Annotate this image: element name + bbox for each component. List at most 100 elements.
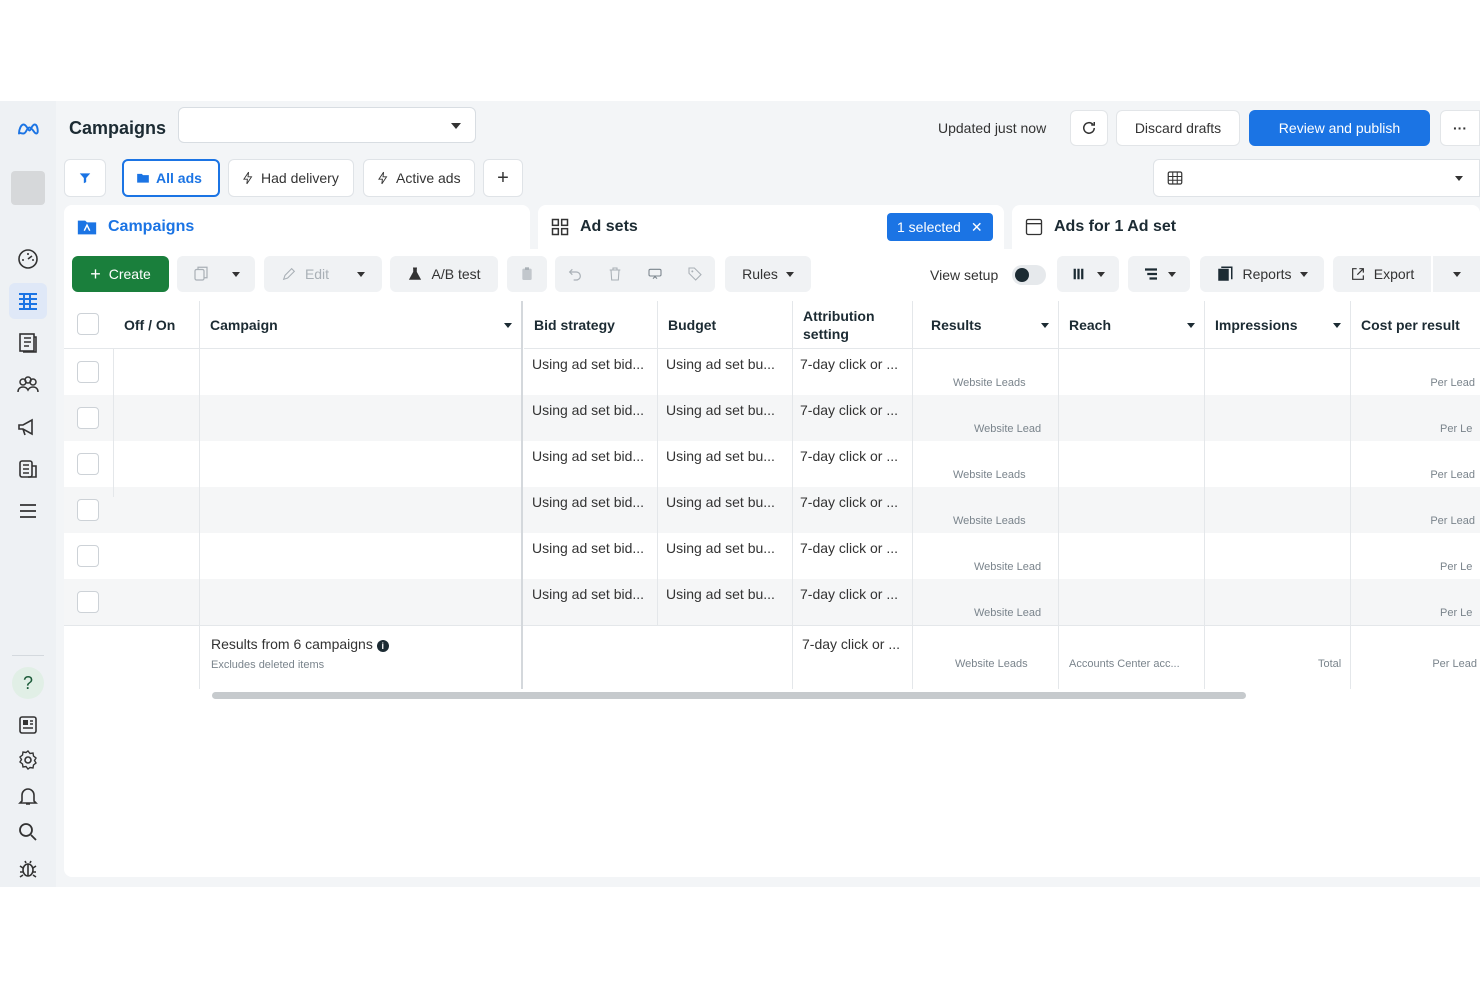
column-header-reach[interactable]: Reach — [1059, 301, 1205, 349]
add-filter-button[interactable]: + — [483, 159, 523, 197]
edit-button[interactable]: Edit — [264, 256, 382, 292]
duplicate-button[interactable] — [177, 256, 255, 292]
ab-test-button[interactable]: A/B test — [390, 256, 498, 292]
rules-dropdown[interactable]: Rules — [725, 256, 811, 292]
column-header-impressions[interactable]: Impressions — [1205, 301, 1351, 349]
column-header-results[interactable]: Results — [913, 301, 1059, 349]
settings-gear-icon[interactable] — [14, 746, 42, 774]
table-row[interactable]: Using ad set bid... Using ad set bu... 7… — [64, 579, 1480, 625]
select-all-checkbox[interactable] — [77, 313, 99, 335]
table-row[interactable]: Using ad set bid... Using ad set bu... 7… — [64, 441, 1480, 487]
tab-ad-sets[interactable]: Ad sets 1 selected ✕ — [538, 205, 1004, 249]
account-avatar[interactable] — [11, 171, 45, 205]
sort-caret-icon[interactable] — [1333, 323, 1341, 328]
export-icon — [1351, 268, 1364, 280]
review-and-publish-button[interactable]: Review and publish — [1249, 110, 1430, 146]
lightning-icon — [378, 171, 388, 185]
columns-button[interactable] — [1057, 256, 1119, 292]
menu-icon[interactable] — [14, 497, 42, 525]
meta-logo-icon[interactable] — [12, 115, 44, 143]
column-header-bid-strategy[interactable]: Bid strategy — [524, 301, 658, 349]
column-header-impressions-label: Impressions — [1215, 316, 1298, 333]
had-delivery-filter[interactable]: Had delivery — [228, 159, 354, 197]
sort-caret-icon[interactable] — [504, 323, 512, 328]
active-ads-label: Active ads — [396, 170, 461, 186]
create-button[interactable]: + Create — [72, 256, 169, 292]
sort-caret-icon[interactable] — [1187, 323, 1195, 328]
help-icon[interactable]: ? — [12, 667, 44, 699]
export-options-dropdown[interactable] — [1433, 256, 1480, 292]
info-icon[interactable]: i — [376, 640, 389, 652]
trash-icon[interactable] — [607, 266, 623, 282]
bid-strategy-cell: Using ad set bid... — [532, 402, 645, 418]
export-button[interactable]: Export — [1333, 256, 1431, 292]
close-icon[interactable]: ✕ — [971, 219, 983, 236]
billing-coins-icon[interactable] — [14, 455, 42, 483]
filter-button[interactable] — [64, 159, 106, 197]
campaigns-table-icon[interactable] — [9, 283, 47, 319]
undo-icon[interactable] — [567, 266, 583, 282]
flask-icon — [409, 267, 422, 280]
table-row[interactable]: Using ad set bid... Using ad set bu... 7… — [64, 395, 1480, 441]
columns-icon — [1073, 268, 1084, 280]
summary-attribution: 7-day click or ... — [802, 636, 901, 652]
bug-report-icon[interactable] — [14, 854, 42, 882]
row-checkbox[interactable] — [77, 453, 99, 475]
filter-funnel-icon — [79, 173, 91, 184]
cost-cell: Per Le — [1440, 607, 1473, 619]
search-icon[interactable] — [14, 818, 42, 846]
notifications-bell-icon[interactable] — [14, 782, 42, 810]
chevron-down-icon — [1168, 271, 1176, 277]
tag-icon[interactable] — [687, 266, 703, 282]
all-ads-label: All ads — [156, 170, 202, 186]
tab-campaigns[interactable]: Campaigns — [64, 205, 530, 249]
row-checkbox[interactable] — [77, 407, 99, 429]
table-row[interactable]: Using ad set bid... Using ad set bu... 7… — [64, 349, 1480, 395]
column-divider — [199, 301, 200, 689]
results-summary: Results from 6 campaigns i — [211, 636, 389, 652]
audiences-icon[interactable] — [14, 371, 42, 399]
row-checkbox[interactable] — [77, 499, 99, 521]
selection-badge[interactable]: 1 selected ✕ — [887, 213, 993, 241]
reports-dropdown[interactable]: Reports — [1200, 256, 1324, 292]
results-cell: Website Leads — [953, 515, 1026, 527]
horizontal-scrollbar[interactable] — [212, 692, 1246, 699]
date-range-dropdown[interactable] — [1153, 159, 1480, 197]
news-feed-icon[interactable] — [14, 711, 42, 739]
view-setup-toggle[interactable] — [1012, 265, 1046, 285]
column-header-campaign[interactable]: Campaign — [200, 301, 522, 349]
megaphone-icon[interactable] — [14, 413, 42, 441]
attribution-cell: 7-day click or ... — [800, 540, 899, 556]
table-row[interactable]: Using ad set bid... Using ad set bu... 7… — [64, 487, 1480, 533]
bid-strategy-cell: Using ad set bid... — [532, 448, 645, 464]
refresh-button[interactable] — [1070, 110, 1108, 146]
excludes-deleted-note: Excludes deleted items — [211, 659, 325, 671]
clipboard-icon — [522, 267, 532, 280]
pages-icon[interactable] — [14, 329, 42, 357]
select-all-header — [64, 301, 114, 349]
dashboard-gauge-icon[interactable] — [14, 245, 42, 273]
all-ads-filter[interactable]: All ads — [122, 159, 220, 197]
discard-drafts-button[interactable]: Discard drafts — [1116, 110, 1240, 146]
campaign-selector-dropdown[interactable] — [178, 107, 476, 143]
column-header-budget[interactable]: Budget — [658, 301, 792, 349]
clipboard-button[interactable] — [507, 256, 547, 292]
breakdown-button[interactable] — [1128, 256, 1190, 292]
column-header-off-on[interactable]: Off / On — [114, 301, 200, 349]
row-checkbox[interactable] — [77, 591, 99, 613]
row-checkbox[interactable] — [77, 545, 99, 567]
cost-cell: Per Le — [1440, 423, 1473, 435]
more-options-button[interactable]: ··· — [1440, 110, 1480, 146]
column-header-cost-per-result[interactable]: Cost per result — [1351, 301, 1480, 349]
sort-caret-icon[interactable] — [1041, 323, 1049, 328]
active-ads-filter[interactable]: Active ads — [363, 159, 475, 197]
results-cell: Website Lead — [974, 423, 1042, 435]
column-header-reach-label: Reach — [1069, 316, 1112, 333]
chevron-down-icon — [1455, 176, 1463, 181]
row-checkbox[interactable] — [77, 361, 99, 383]
column-header-attribution[interactable]: Attribution setting — [793, 301, 913, 349]
table-row[interactable]: Using ad set bid... Using ad set bu... 7… — [64, 533, 1480, 579]
column-divider — [792, 301, 793, 689]
move-icon[interactable] — [647, 266, 663, 282]
tab-ads[interactable]: Ads for 1 Ad set — [1012, 205, 1480, 249]
